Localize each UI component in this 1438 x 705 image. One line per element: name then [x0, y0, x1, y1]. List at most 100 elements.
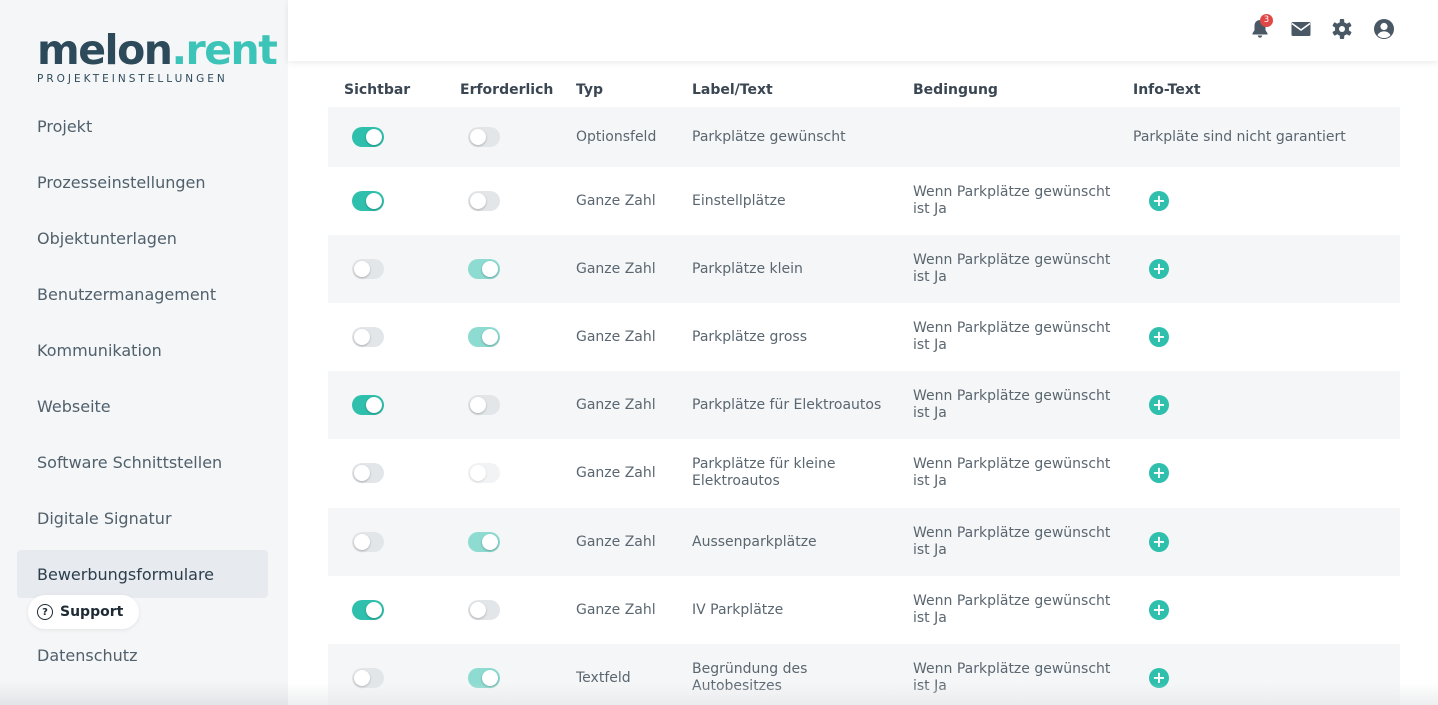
add-info-button[interactable]: + — [1149, 668, 1169, 688]
table-row: Textfeld Begründung des Autobesitzes Wenn … — [328, 644, 1400, 705]
add-info-button[interactable]: + — [1149, 395, 1169, 415]
column-header-erforderlich: Erforderlich — [460, 82, 554, 98]
info-text-cell — [1133, 576, 1383, 644]
visible-toggle[interactable] — [352, 532, 384, 552]
column-header-sichtbar: Sichtbar — [344, 82, 411, 98]
label-cell: IV Parkplätze — [692, 601, 784, 618]
sidebar-item-digitale-signatur[interactable]: Digitale Signatur — [17, 494, 268, 542]
sidebar-item-label: Datenschutz — [37, 645, 138, 665]
support-label: Support — [60, 604, 124, 620]
info-text-cell — [1133, 303, 1383, 371]
info-text-cell — [1133, 644, 1383, 705]
table-row: Ganze Zahl Parkplätze gross Wenn Parkplätz… — [328, 303, 1400, 371]
sidebar-item-objektunterlagen[interactable]: Objektunterlagen — [17, 214, 268, 262]
toggle-knob — [366, 193, 382, 209]
logo-wordmark: melon.rent — [37, 30, 278, 71]
required-toggle[interactable] — [468, 259, 500, 279]
sidebar-item-kommunikation[interactable]: Kommunikation — [17, 326, 268, 374]
column-header-typ: Typ — [576, 82, 604, 98]
required-toggle[interactable] — [468, 327, 500, 347]
required-toggle[interactable] — [468, 463, 500, 483]
condition-cell: Wenn Parkplätze gewünscht ist Ja — [913, 252, 1111, 285]
sidebar-item-datenschutz[interactable]: Datenschutz — [17, 631, 268, 679]
sidebar-item-webseite[interactable]: Webseite — [17, 382, 268, 430]
condition-cell — [913, 107, 1118, 167]
sidebar-item-benutzermanagement[interactable]: Benutzermanagement — [17, 270, 268, 318]
support-button[interactable]: ? Support — [28, 595, 140, 629]
required-toggle[interactable] — [468, 600, 500, 620]
label-cell: Parkplätze klein — [692, 260, 803, 277]
visible-toggle[interactable] — [352, 668, 384, 688]
label-cell: Parkplätze für kleine Elektroautos — [692, 456, 836, 489]
label-cell: Parkplätze gross — [692, 328, 808, 345]
sidebar-item-software-schnittstellen[interactable]: Software Schnittstellen — [17, 438, 268, 486]
add-info-button[interactable]: + — [1149, 259, 1169, 279]
required-toggle[interactable] — [468, 668, 500, 688]
type-cell: Ganze Zahl — [576, 328, 656, 345]
toggle-knob — [354, 329, 370, 345]
profile-button[interactable] — [1372, 17, 1396, 41]
required-toggle[interactable] — [468, 127, 500, 147]
sidebar-item-bewerbungsformulare[interactable]: Bewerbungsformulare — [17, 550, 268, 598]
toggle-knob — [470, 129, 486, 145]
toggle-knob — [470, 602, 486, 618]
visible-toggle[interactable] — [352, 600, 384, 620]
toggle-knob — [366, 129, 382, 145]
messages-button[interactable] — [1289, 17, 1313, 41]
toggle-knob — [354, 465, 370, 481]
info-text-cell: Parkpläte sind nicht garantiert — [1133, 128, 1346, 145]
info-text-cell — [1133, 235, 1383, 303]
toggle-knob — [482, 534, 498, 550]
condition-cell: Wenn Parkplätze gewünscht ist Ja — [913, 593, 1111, 626]
mail-icon — [1291, 22, 1311, 36]
add-info-button[interactable]: + — [1149, 327, 1169, 347]
toggle-knob — [470, 193, 486, 209]
type-cell: Ganze Zahl — [576, 396, 656, 413]
sidebar-item-prozesseinstellungen[interactable]: Prozesseinstellungen — [17, 158, 268, 206]
sidebar-item-label: Software Schnittstellen — [37, 452, 223, 472]
help-icon: ? — [37, 604, 53, 620]
table-row: Ganze Zahl Parkplätze klein Wenn Parkplätz… — [328, 235, 1400, 303]
column-header-label: Label/Text — [692, 82, 773, 98]
toggle-knob — [354, 534, 370, 550]
toggle-knob — [482, 329, 498, 345]
required-toggle[interactable] — [468, 395, 500, 415]
type-cell: Ganze Zahl — [576, 533, 656, 550]
sidebar-item-label: Digitale Signatur — [37, 508, 172, 528]
label-cell: Parkplätze für Elektroautos — [692, 396, 882, 413]
sidebar-item-label: Kommunikation — [37, 340, 162, 360]
sidebar-item-projekt[interactable]: Projekt — [17, 102, 268, 150]
add-info-button[interactable]: + — [1149, 600, 1169, 620]
required-toggle[interactable] — [468, 532, 500, 552]
notifications-button[interactable]: 3 — [1248, 14, 1273, 41]
table-row: Ganze Zahl IV Parkplätze Wenn Parkplätze g… — [328, 576, 1400, 644]
add-info-button[interactable]: + — [1149, 191, 1169, 211]
visible-toggle[interactable] — [352, 463, 384, 483]
sidebar-item-label: Webseite — [37, 396, 111, 416]
required-toggle[interactable] — [468, 191, 500, 211]
label-cell: Aussenparkplätze — [692, 533, 817, 550]
condition-cell: Wenn Parkplätze gewünscht ist Ja — [913, 184, 1111, 217]
visible-toggle[interactable] — [352, 191, 384, 211]
logo-subtitle: PROJEKTEINSTELLUNGEN — [37, 73, 228, 85]
visible-toggle[interactable] — [352, 327, 384, 347]
add-info-button[interactable]: + — [1149, 463, 1169, 483]
table-row: Optionsfeld Parkplätze gewünscht Parkpläte… — [328, 107, 1400, 167]
type-cell: Ganze Zahl — [576, 192, 656, 209]
condition-cell: Wenn Parkplätze gewünscht ist Ja — [913, 525, 1111, 558]
visible-toggle[interactable] — [352, 395, 384, 415]
visible-toggle[interactable] — [352, 127, 384, 147]
table-row: Ganze Zahl Einstellplätze Wenn Parkplätze … — [328, 167, 1400, 235]
logo-accent-text: .rent — [171, 26, 277, 74]
type-cell: Ganze Zahl — [576, 260, 656, 277]
logo[interactable]: melon.rent PROJEKTEINSTELLUNGEN — [37, 30, 278, 86]
info-text-cell — [1133, 439, 1383, 507]
add-info-button[interactable]: + — [1149, 532, 1169, 552]
visible-toggle[interactable] — [352, 259, 384, 279]
gear-icon — [1332, 19, 1352, 39]
toggle-knob — [470, 465, 486, 481]
logo-main-text: melon — [37, 26, 173, 74]
sidebar-item-label: Bewerbungsformulare — [37, 564, 215, 584]
settings-button[interactable] — [1330, 17, 1354, 41]
user-icon — [1374, 19, 1394, 39]
